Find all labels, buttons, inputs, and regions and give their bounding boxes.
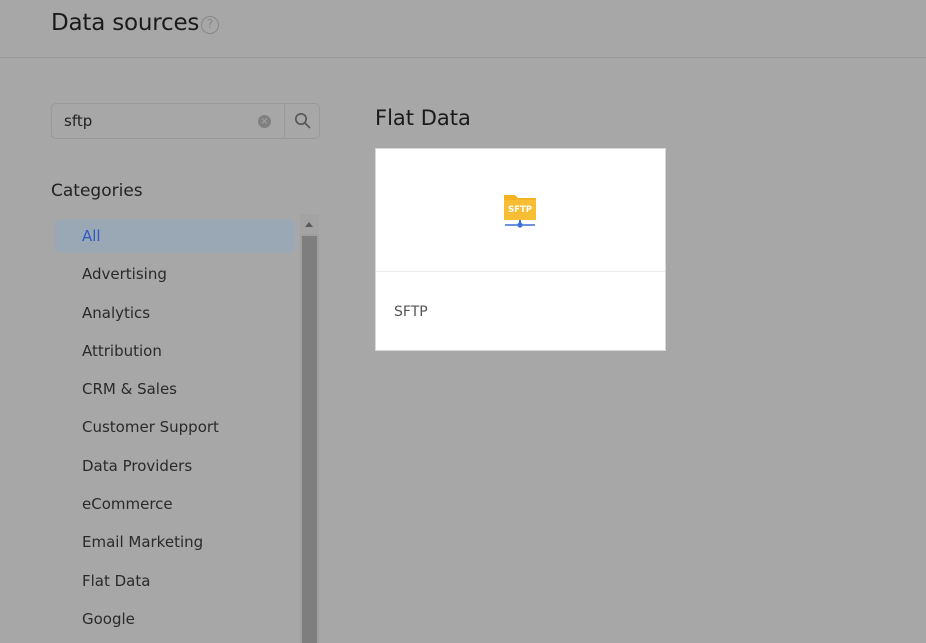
page-title: Data sources [51,10,200,36]
help-icon[interactable]: ? [201,16,219,34]
source-card-sftp[interactable]: SFTP SFTP [375,148,666,351]
category-item-google[interactable]: Google [55,602,295,636]
scroll-up-arrow-icon[interactable] [300,214,319,234]
sftp-folder-icon: SFTP [504,195,536,228]
categories-title: Categories [51,181,143,201]
category-item-advertising[interactable]: Advertising [55,257,295,291]
search-box: × [51,103,320,139]
clear-search-icon[interactable]: × [258,115,271,128]
category-item-data-providers[interactable]: Data Providers [55,449,295,483]
scroll-thumb[interactable] [302,236,317,643]
category-item-analytics[interactable]: Analytics [55,296,295,330]
search-icon [295,113,311,129]
category-item-ecommerce[interactable]: eCommerce [55,487,295,521]
page-header: Data sources ? [0,0,926,58]
card-label: SFTP [394,304,428,320]
category-item-flat-data[interactable]: Flat Data [55,564,295,598]
search-button[interactable] [284,104,320,138]
section-title: Flat Data [375,106,471,130]
category-item-crm-sales[interactable]: CRM & Sales [55,372,295,406]
data-sources-page: Data sources ? × Categories All Advertis… [0,0,926,643]
category-item-email-marketing[interactable]: Email Marketing [55,525,295,559]
category-list: All Advertising Analytics Attribution CR… [55,219,295,640]
category-item-attribution[interactable]: Attribution [55,334,295,368]
search-input[interactable] [52,104,284,138]
category-item-customer-support[interactable]: Customer Support [55,410,295,444]
card-icon-area: SFTP [376,149,665,272]
category-scrollbar[interactable] [300,214,319,643]
category-item-all[interactable]: All [55,219,295,253]
sftp-icon-text: SFTP [508,205,532,215]
